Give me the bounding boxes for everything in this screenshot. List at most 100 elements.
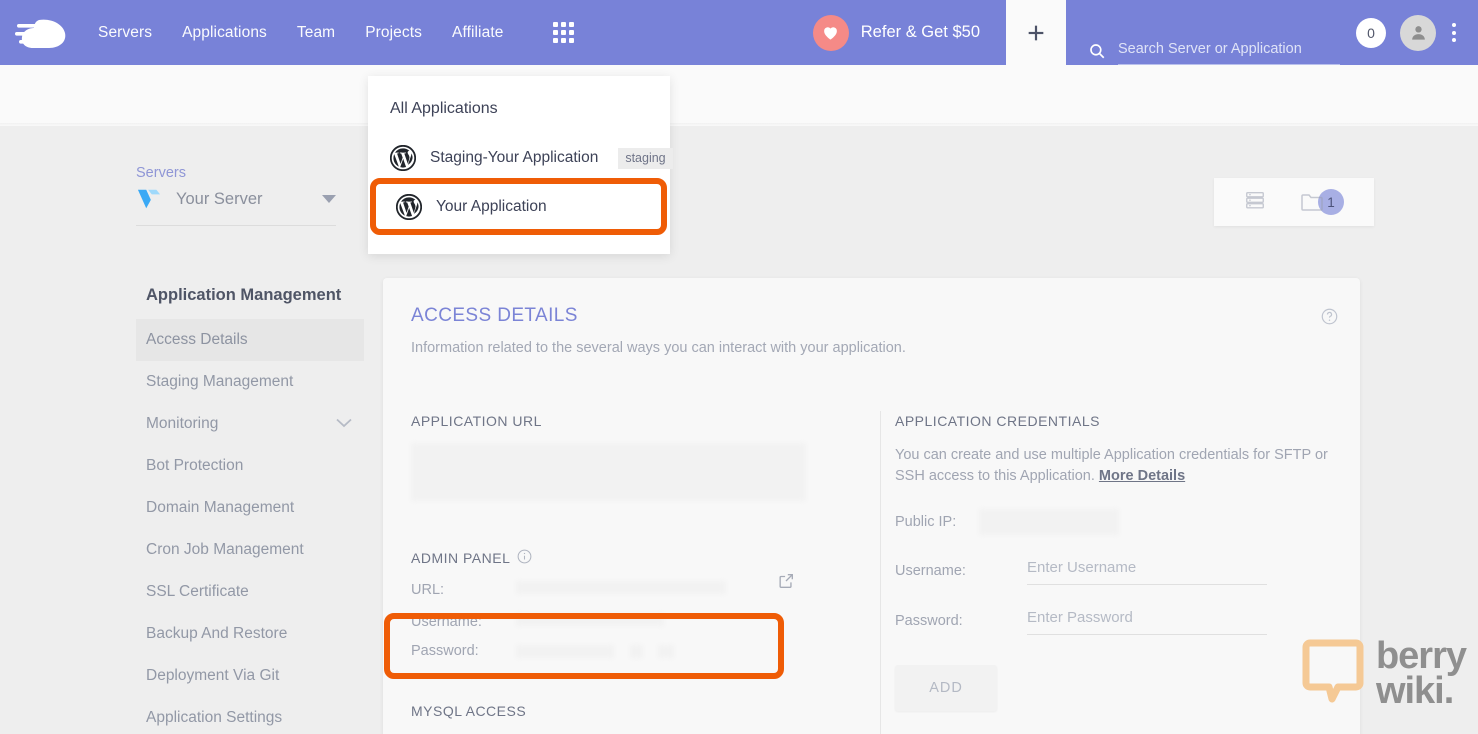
help-circle-icon[interactable]: [1321, 308, 1338, 330]
info-circle-icon[interactable]: [517, 549, 532, 567]
admin-panel-heading: ADMIN PANEL: [411, 549, 851, 567]
application-url-redacted-value: [411, 443, 806, 501]
sidebar-item-label: Domain Management: [146, 499, 295, 516]
credentials-password-row: Password:: [895, 607, 1335, 635]
page-root: Servers Applications Team Projects Affil…: [0, 0, 1478, 734]
search-input[interactable]: [1118, 41, 1340, 65]
sidebar-item-access-details[interactable]: Access Details: [136, 319, 364, 361]
admin-panel-label: ADMIN PANEL: [411, 550, 511, 566]
nav-link-projects[interactable]: Projects: [365, 24, 422, 42]
column-divider: [880, 411, 881, 734]
notification-count-badge[interactable]: 0: [1356, 17, 1386, 48]
nav-link-servers[interactable]: Servers: [98, 24, 152, 42]
dropdown-item-label: Your Application: [436, 197, 547, 215]
vultr-server-icon: [136, 187, 162, 211]
left-column: APPLICATION URL ADMIN PANEL URL: Usernam…: [411, 413, 851, 719]
vertical-dots-icon[interactable]: [1436, 13, 1472, 53]
sidebar-item-label: SSL Certificate: [146, 583, 249, 600]
credentials-username-label: Username:: [895, 563, 966, 579]
add-new-button[interactable]: [1006, 0, 1066, 65]
wordpress-icon: [389, 144, 417, 172]
nav-link-affiliate[interactable]: Affiliate: [452, 24, 503, 42]
watermark-line-1: berry: [1375, 634, 1467, 677]
admin-panel-password-redacted-value: [516, 644, 614, 658]
top-nav-right-group: Refer & Get $50 0: [812, 0, 1478, 65]
view-toggle-toolbar: 1: [1214, 178, 1374, 226]
mysql-access-heading: MYSQL ACCESS: [411, 703, 527, 719]
admin-panel-url-label: URL:: [411, 582, 445, 598]
nav-link-applications[interactable]: Applications: [182, 24, 267, 42]
user-avatar-icon[interactable]: [1400, 14, 1436, 51]
sidebar-item-label: Staging Management: [146, 373, 294, 390]
search-icon: [1088, 42, 1106, 65]
sidebar-item-domain-management[interactable]: Domain Management: [136, 487, 364, 529]
sub-header-strip: [0, 65, 1478, 126]
page-subtitle: Information related to the several ways …: [411, 340, 906, 356]
apps-grid-icon[interactable]: [553, 22, 575, 43]
sidebar-item-label: Access Details: [146, 331, 248, 348]
sidebar-item-bot-protection[interactable]: Bot Protection: [136, 445, 364, 487]
eye-icon[interactable]: [658, 644, 674, 658]
refer-and-get-button[interactable]: Refer & Get $50: [812, 14, 1006, 51]
server-name: Your Server: [176, 189, 263, 208]
refer-label: Refer & Get $50: [860, 23, 980, 41]
folder-icon: [1301, 194, 1323, 211]
main-nav-links: Servers Applications Team Projects Affil…: [98, 24, 503, 42]
chevron-down-icon[interactable]: [336, 415, 352, 433]
breadcrumb-servers-label: Servers: [136, 165, 186, 181]
search-container: [1066, 0, 1348, 65]
dropdown-item-your-application[interactable]: Your Application: [370, 178, 667, 235]
sidebar-title: Application Management: [146, 286, 342, 304]
sidebar-item-ssl-certificate[interactable]: SSL Certificate: [136, 571, 364, 613]
sidebar-item-staging-management[interactable]: Staging Management: [136, 361, 364, 403]
watermark-line-2: wiki.: [1375, 669, 1454, 712]
right-column: APPLICATION CREDENTIALS You can create a…: [895, 413, 1335, 711]
berrywiki-watermark: berry wiki.: [1300, 634, 1467, 712]
sidebar-item-label: Bot Protection: [146, 457, 244, 474]
staging-tag-badge: staging: [618, 147, 673, 169]
server-selector[interactable]: Your Server: [136, 187, 336, 226]
more-details-link[interactable]: More Details: [1099, 468, 1185, 484]
sidebar-item-label: Backup And Restore: [146, 625, 288, 642]
credentials-username-input[interactable]: [1027, 557, 1267, 585]
berrywiki-wordmark: berry wiki.: [1375, 634, 1467, 712]
public-ip-row: Public IP:: [895, 509, 1335, 535]
credentials-password-label: Password:: [895, 613, 963, 629]
sidebar-item-cron-job-management[interactable]: Cron Job Management: [136, 529, 364, 571]
berrywiki-speech-bubble-icon: [1300, 635, 1366, 712]
application-credentials-heading: APPLICATION CREDENTIALS: [895, 413, 1100, 429]
project-folder-group[interactable]: 1: [1300, 189, 1344, 215]
breadcrumb: Servers Your Server ›: [136, 165, 494, 226]
server-list-icon[interactable]: [1244, 189, 1266, 216]
sidebar-item-application-settings[interactable]: Application Settings: [136, 697, 364, 734]
application-management-sidebar: Application Management Access Details St…: [136, 286, 364, 734]
admin-panel-username-row: Username:: [411, 613, 851, 630]
sidebar-item-label: Deployment Via Git: [146, 667, 280, 684]
admin-panel-username-label: Username:: [411, 614, 482, 630]
sidebar-item-label: Cron Job Management: [146, 541, 304, 558]
dropdown-title: All Applications: [390, 100, 498, 117]
sidebar-item-deployment-via-git[interactable]: Deployment Via Git: [136, 655, 364, 697]
access-details-card: ACCESS DETAILS Information related to th…: [383, 278, 1360, 734]
dropdown-item-staging-your-application[interactable]: Staging-Your Application staging: [368, 136, 673, 180]
sidebar-item-monitoring[interactable]: Monitoring: [136, 403, 364, 445]
sidebar-item-backup-and-restore[interactable]: Backup And Restore: [136, 613, 364, 655]
nav-link-team[interactable]: Team: [297, 24, 335, 42]
heart-icon: [812, 14, 849, 51]
external-link-icon[interactable]: [777, 572, 795, 594]
admin-panel-password-label: Password:: [411, 643, 479, 659]
chevron-down-icon[interactable]: [322, 195, 336, 203]
top-navigation-bar: Servers Applications Team Projects Affil…: [0, 0, 1478, 65]
wordpress-icon: [395, 193, 423, 220]
admin-panel-url-row: URL:: [411, 574, 851, 598]
public-ip-redacted-value: [979, 509, 1119, 535]
add-credential-button[interactable]: ADD: [895, 665, 997, 711]
cloudways-logo[interactable]: [0, 0, 84, 65]
admin-panel-url-redacted-value: [516, 581, 726, 594]
application-url-heading: APPLICATION URL: [411, 413, 542, 429]
admin-panel-password-row: Password:: [411, 643, 851, 659]
copy-icon[interactable]: [630, 644, 643, 658]
page-title: ACCESS DETAILS: [411, 305, 578, 326]
sidebar-item-label: Application Settings: [146, 709, 283, 726]
credentials-password-input[interactable]: [1027, 607, 1267, 635]
